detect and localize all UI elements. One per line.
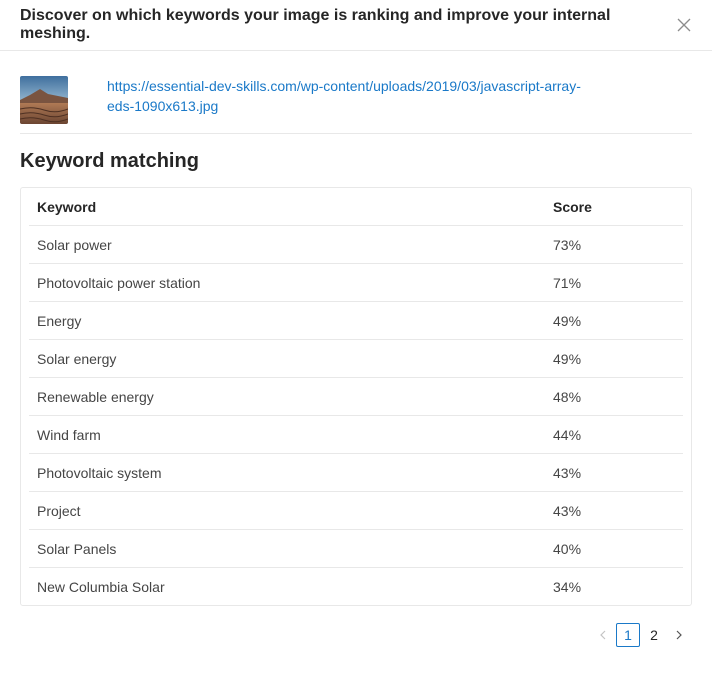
next-page-button[interactable] xyxy=(668,623,690,647)
prev-page-button[interactable] xyxy=(592,623,614,647)
image-url-link[interactable]: https://essential-dev-skills.com/wp-cont… xyxy=(107,76,587,116)
chevron-right-icon xyxy=(676,630,682,640)
score-cell: 43% xyxy=(545,453,683,492)
modal-body: https://essential-dev-skills.com/wp-cont… xyxy=(0,51,712,606)
table-row: Solar power 73% xyxy=(29,225,683,264)
table-row: New Columbia Solar 34% xyxy=(29,568,683,606)
table-row: Solar Panels 40% xyxy=(29,529,683,568)
keyword-column-header: Keyword xyxy=(29,188,545,226)
modal-header: Discover on which keywords your image is… xyxy=(0,0,712,51)
image-thumbnail xyxy=(20,76,68,124)
page-2-button[interactable]: 2 xyxy=(642,623,666,647)
page-1-button[interactable]: 1 xyxy=(616,623,640,647)
section-title: Keyword matching xyxy=(20,150,199,172)
keyword-cell: Project xyxy=(29,491,545,530)
score-cell: 73% xyxy=(545,225,683,264)
table-row: Project 43% xyxy=(29,491,683,530)
table-row: Solar energy 49% xyxy=(29,339,683,378)
image-row: https://essential-dev-skills.com/wp-cont… xyxy=(20,51,692,134)
keyword-cell: Solar Panels xyxy=(29,529,545,568)
score-cell: 34% xyxy=(553,578,582,595)
table-row: Photovoltaic system 43% xyxy=(29,453,683,492)
table-row: Renewable energy 48% xyxy=(29,377,683,416)
keyword-cell: Solar energy xyxy=(29,339,545,378)
keyword-cell: Solar power xyxy=(29,225,545,264)
keyword-modal: Discover on which keywords your image is… xyxy=(0,0,712,682)
table-header-row: Keyword Score xyxy=(29,188,683,226)
score-cell: 40% xyxy=(545,529,683,568)
keyword-cell: Energy xyxy=(29,301,545,340)
close-icon xyxy=(677,18,691,32)
score-cell: 48% xyxy=(545,377,683,416)
score-cell: 44% xyxy=(545,415,683,454)
score-cell: 49% xyxy=(545,339,683,378)
score-column-header: Score xyxy=(545,188,683,226)
keyword-cell: Renewable energy xyxy=(29,377,545,416)
score-cell: 71% xyxy=(545,263,683,302)
keyword-table: Keyword Score Solar power 73% Photovolta… xyxy=(29,188,683,605)
score-cell: 49% xyxy=(545,301,683,340)
keyword-cell: Wind farm xyxy=(29,415,545,454)
keyword-cell: Photovoltaic power station xyxy=(29,263,545,302)
table-row: Energy 49% xyxy=(29,301,683,340)
score-cell: 43% xyxy=(545,491,683,530)
pagination: 1 2 xyxy=(592,623,690,647)
table-row: Photovoltaic power station 71% xyxy=(29,263,683,302)
keyword-table-container: Keyword Score Solar power 73% Photovolta… xyxy=(20,187,692,606)
keyword-cell: Photovoltaic system xyxy=(29,453,545,492)
table-row: Wind farm 44% xyxy=(29,415,683,454)
chevron-left-icon xyxy=(600,630,606,640)
close-button[interactable] xyxy=(674,15,694,35)
modal-title: Discover on which keywords your image is… xyxy=(20,7,611,42)
keyword-cell: New Columbia Solar xyxy=(37,578,165,595)
